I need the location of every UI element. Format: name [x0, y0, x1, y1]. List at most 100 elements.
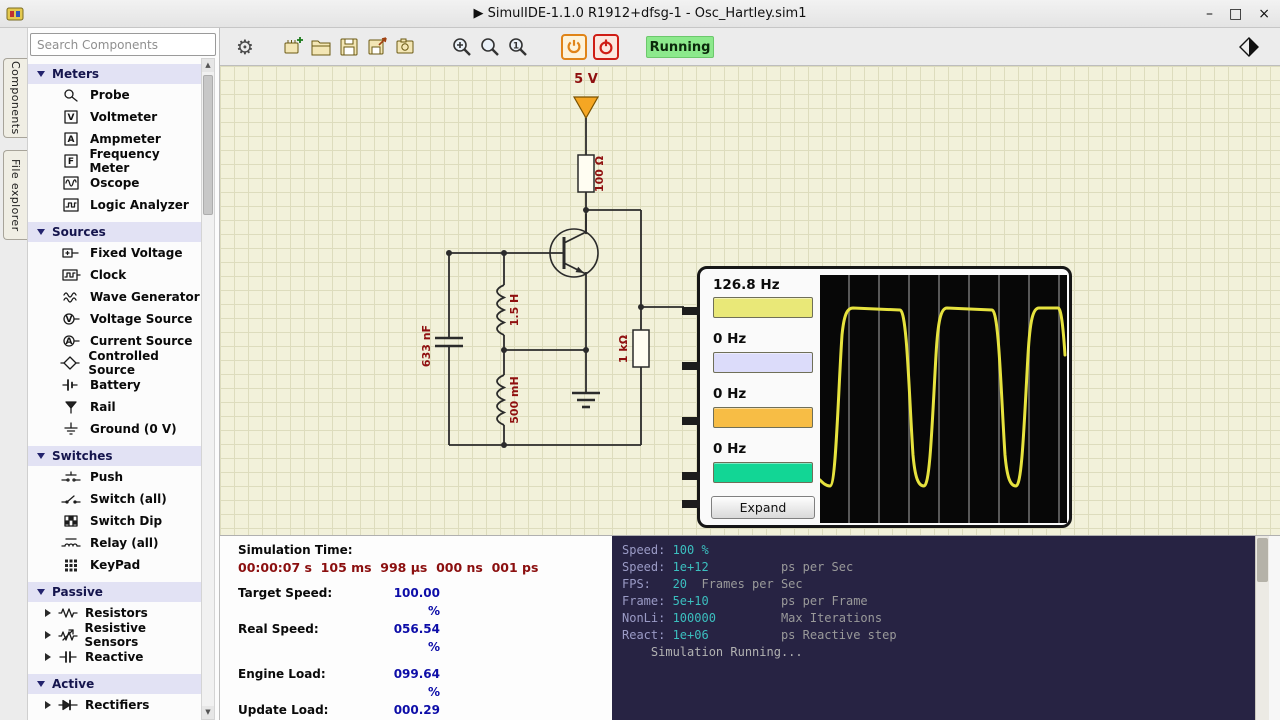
- freq-bar-2: [713, 352, 813, 373]
- stat-row-target-speed: Target Speed: 100.00 %: [238, 584, 612, 620]
- minimize-button[interactable]: –: [1206, 7, 1213, 21]
- resistor-r1[interactable]: 100 Ω: [578, 155, 606, 192]
- item-switch-all[interactable]: Switch (all): [28, 488, 201, 510]
- ground-icon: [60, 421, 82, 437]
- console-line: Frame: 5e+10 ps per Frame: [622, 593, 1280, 610]
- item-push[interactable]: Push: [28, 466, 201, 488]
- expand-button[interactable]: Expand: [711, 496, 815, 519]
- close-button[interactable]: ×: [1258, 7, 1270, 21]
- collapse-arrow-icon: [37, 589, 45, 595]
- console-line: Speed: 1e+12 ps per Sec: [622, 559, 1280, 576]
- freq-reading-1: 126.8 Hz: [713, 277, 780, 293]
- item-fixed-voltage[interactable]: Fixed Voltage: [28, 242, 201, 264]
- zoom-in-button[interactable]: [449, 34, 475, 60]
- zoom-one-button[interactable]: 1: [505, 34, 531, 60]
- simulation-stats-panel: Simulation Time: 00:00:07 s 105 ms 998 µ…: [220, 535, 612, 720]
- settings-button[interactable]: ⚙: [232, 34, 258, 60]
- new-circuit-button[interactable]: [280, 34, 306, 60]
- oscope-icon: [60, 175, 82, 191]
- resistor-r2[interactable]: 1 kΩ: [617, 330, 649, 367]
- freq-input-pin-1[interactable]: [682, 307, 700, 315]
- inductor-l2[interactable]: 500 mH: [497, 375, 521, 425]
- item-switch-dip[interactable]: Switch Dip: [28, 510, 201, 532]
- scroll-up-icon[interactable]: ▲: [202, 59, 214, 72]
- item-voltage-source[interactable]: V Voltage Source: [28, 308, 201, 330]
- save-circuit-as-button[interactable]: [364, 34, 390, 60]
- sidebar-scrollbar[interactable]: ▲ ▼: [201, 58, 215, 720]
- console-line: NonLi: 100000 Max Iterations: [622, 610, 1280, 627]
- item-clock[interactable]: Clock: [28, 264, 201, 286]
- item-resistive-sensors[interactable]: Resistive Sensors: [28, 624, 201, 646]
- resistive-sensor-icon: [57, 627, 78, 643]
- zoom-one-icon: 1: [506, 35, 530, 59]
- item-battery[interactable]: Battery: [28, 374, 201, 396]
- console-right-margin: [1269, 536, 1280, 720]
- item-logic-analyzer[interactable]: Logic Analyzer: [28, 194, 201, 216]
- category-meters[interactable]: Meters: [28, 64, 201, 84]
- stat-row-engine-load: Engine Load: 099.64 %: [238, 665, 612, 701]
- frequency-meter-panel[interactable]: 126.8 Hz 0 Hz 0 Hz 0 Hz Expand: [697, 266, 1072, 528]
- power-on-icon: [564, 37, 584, 57]
- save-circuit-button[interactable]: [336, 34, 362, 60]
- freq-reading-2: 0 Hz: [713, 331, 746, 347]
- rectifier-icon: [57, 697, 79, 713]
- scroll-down-icon[interactable]: ▼: [202, 706, 214, 719]
- search-input[interactable]: [30, 33, 216, 56]
- resistor-icon: [57, 605, 79, 621]
- switch-dip-icon: [60, 513, 82, 529]
- power-circuit-button[interactable]: [561, 34, 587, 60]
- window-title: ▶ SimulIDE-1.1.0 R1912+dfsg-1 - Osc_Hart…: [0, 0, 1280, 28]
- ground-component[interactable]: [572, 393, 600, 407]
- zoom-fit-icon: [478, 35, 502, 59]
- scrollbar-thumb[interactable]: [203, 75, 213, 215]
- category-passive[interactable]: Passive: [28, 582, 201, 602]
- item-wave-generator[interactable]: Wave Generator: [28, 286, 201, 308]
- category-sources[interactable]: Sources: [28, 222, 201, 242]
- circuit-canvas[interactable]: 5 V 100 Ω: [220, 66, 1280, 535]
- freq-input-pin-5[interactable]: [682, 500, 700, 508]
- capacitor-c1[interactable]: 633 nF: [420, 325, 463, 367]
- item-voltmeter[interactable]: V Voltmeter: [28, 106, 201, 128]
- switch-icon: [60, 491, 82, 507]
- rail-component[interactable]: 5 V: [574, 72, 598, 118]
- item-oscope[interactable]: Oscope: [28, 172, 201, 194]
- console-scrollbar[interactable]: [1255, 536, 1269, 720]
- freq-input-pin-4[interactable]: [682, 472, 700, 480]
- item-probe[interactable]: Probe: [28, 84, 201, 106]
- item-rectifiers[interactable]: Rectifiers: [28, 694, 201, 716]
- item-rail[interactable]: Rail: [28, 396, 201, 418]
- relay-icon: [60, 535, 82, 551]
- console-scrollbar-thumb[interactable]: [1257, 538, 1268, 582]
- freq-input-pin-2[interactable]: [682, 362, 700, 370]
- item-relay-all[interactable]: Relay (all): [28, 532, 201, 554]
- item-controlled-source[interactable]: Controlled Source: [28, 352, 201, 374]
- svg-text:A: A: [66, 337, 73, 347]
- item-frequency-meter[interactable]: F Frequency Meter: [28, 150, 201, 172]
- pause-simulation-button[interactable]: [593, 34, 619, 60]
- console-line: FPS: 20 Frames per Sec: [622, 576, 1280, 593]
- category-active[interactable]: Active: [28, 674, 201, 694]
- open-circuit-button[interactable]: [308, 34, 334, 60]
- freq-input-pin-3[interactable]: [682, 417, 700, 425]
- export-image-button[interactable]: [392, 34, 418, 60]
- category-switches[interactable]: Switches: [28, 446, 201, 466]
- zoom-fit-button[interactable]: [477, 34, 503, 60]
- inductor-l1-label: 1.5 H: [508, 294, 521, 327]
- gear-icon: ⚙: [236, 37, 254, 57]
- item-ground[interactable]: Ground (0 V): [28, 418, 201, 440]
- sim-time-label: Simulation Time:: [238, 542, 612, 559]
- inductor-l1[interactable]: 1.5 H: [497, 285, 521, 335]
- tab-components[interactable]: Components: [3, 58, 27, 138]
- right-panel-toggle-button[interactable]: [1236, 34, 1262, 60]
- fixed-voltage-icon: [60, 245, 82, 261]
- stat-row-update-load: Update Load: 000.29 %: [238, 701, 612, 720]
- expand-arrow-icon: [45, 701, 51, 709]
- item-keypad[interactable]: KeyPad: [28, 554, 201, 576]
- keypad-icon: [60, 557, 82, 573]
- item-reactive[interactable]: Reactive: [28, 646, 201, 668]
- tab-file-explorer[interactable]: File explorer: [3, 150, 27, 240]
- maximize-button[interactable]: □: [1229, 7, 1242, 21]
- open-circuit-icon: [309, 35, 333, 59]
- transistor-npn[interactable]: [550, 214, 598, 277]
- zoom-in-icon: [450, 35, 474, 59]
